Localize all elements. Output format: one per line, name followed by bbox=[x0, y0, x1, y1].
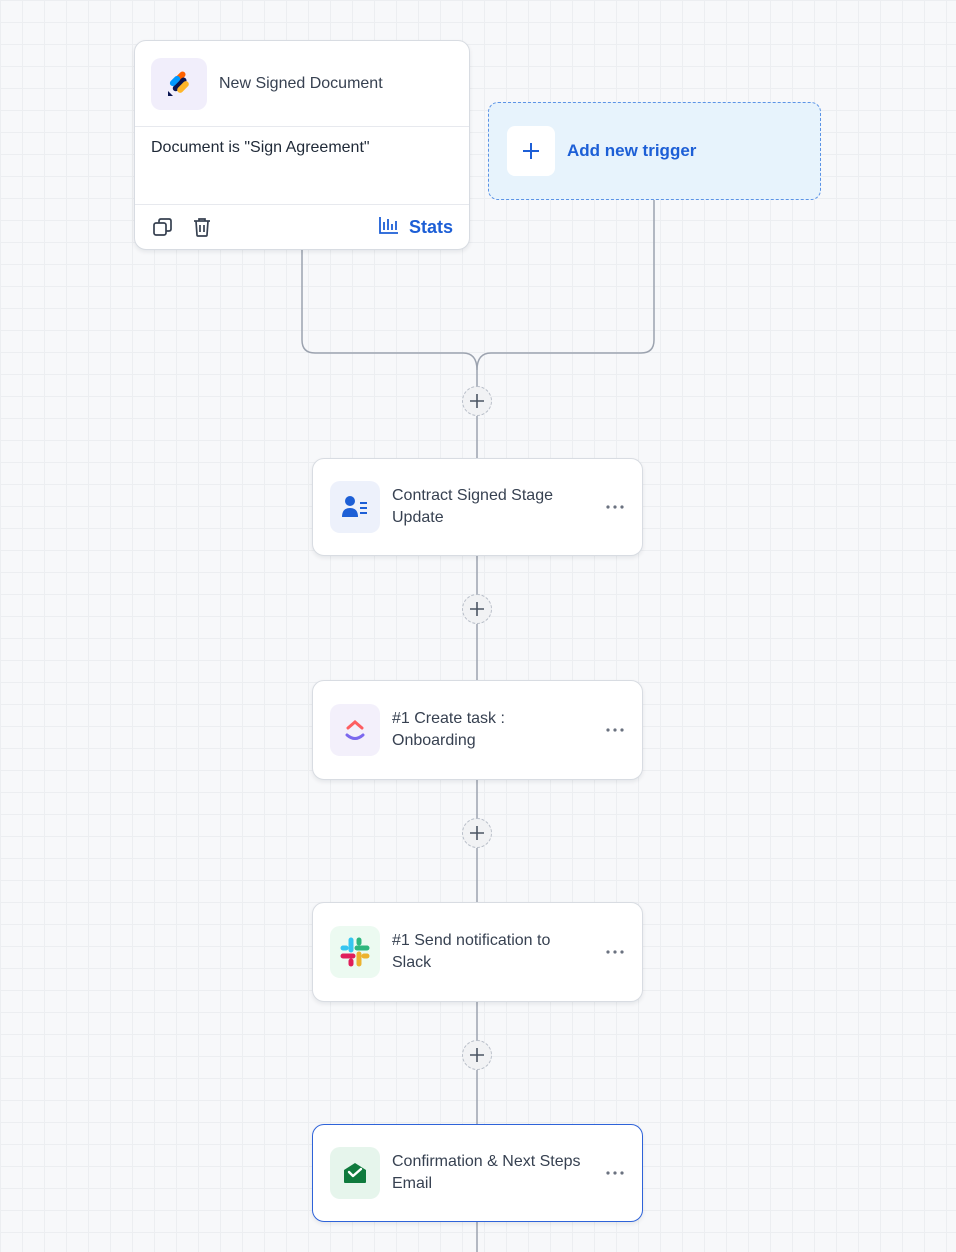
stats-label: Stats bbox=[408, 216, 453, 237]
step-title: Confirmation & Next Steps Email bbox=[392, 1153, 581, 1192]
plus-icon bbox=[470, 826, 484, 840]
plus-icon bbox=[470, 602, 484, 616]
ellipsis-icon[interactable] bbox=[606, 944, 624, 960]
trigger-card[interactable]: New Signed Document Document is "Sign Ag… bbox=[134, 40, 470, 250]
add-step-button[interactable] bbox=[462, 594, 492, 624]
trigger-title: New Signed Document bbox=[219, 74, 383, 92]
slack-icon bbox=[330, 926, 380, 978]
add-step-button[interactable] bbox=[462, 1040, 492, 1070]
step-card[interactable]: Confirmation & Next Steps Email bbox=[312, 1124, 643, 1222]
step-card[interactable]: #1 Send notification to Slack bbox=[312, 902, 643, 1002]
step-title: Contract Signed Stage Update bbox=[392, 487, 553, 526]
clickup-icon bbox=[330, 704, 380, 756]
trigger-condition: Document is "Sign Agreement" bbox=[135, 127, 469, 205]
step-card[interactable]: #1 Create task : Onboarding bbox=[312, 680, 643, 780]
ellipsis-icon[interactable] bbox=[606, 722, 624, 738]
add-step-button[interactable] bbox=[462, 818, 492, 848]
ellipsis-icon[interactable] bbox=[606, 499, 624, 515]
trash-icon[interactable] bbox=[190, 215, 214, 239]
add-trigger-label: Add new trigger bbox=[567, 141, 697, 160]
plus-icon bbox=[507, 126, 555, 176]
contact-card-icon bbox=[330, 481, 380, 533]
plus-icon bbox=[470, 1048, 484, 1062]
copy-icon[interactable] bbox=[151, 215, 175, 239]
add-trigger-button[interactable]: Add new trigger bbox=[488, 102, 821, 200]
trigger-header: New Signed Document bbox=[135, 41, 469, 127]
connector-trigger-right bbox=[476, 200, 655, 371]
step-title: #1 Send notification to Slack bbox=[392, 932, 551, 971]
add-step-button[interactable] bbox=[462, 386, 492, 416]
email-open-icon bbox=[330, 1147, 380, 1199]
step-title: #1 Create task : Onboarding bbox=[392, 710, 505, 749]
jotform-sign-icon bbox=[151, 57, 207, 110]
ellipsis-icon[interactable] bbox=[606, 1165, 624, 1181]
plus-icon bbox=[470, 394, 484, 408]
connector-trigger-left bbox=[301, 250, 478, 386]
trigger-footer: Stats bbox=[135, 205, 469, 249]
stats-button[interactable]: Stats bbox=[379, 216, 453, 239]
bar-chart-icon bbox=[379, 216, 399, 239]
step-card[interactable]: Contract Signed Stage Update bbox=[312, 458, 643, 556]
